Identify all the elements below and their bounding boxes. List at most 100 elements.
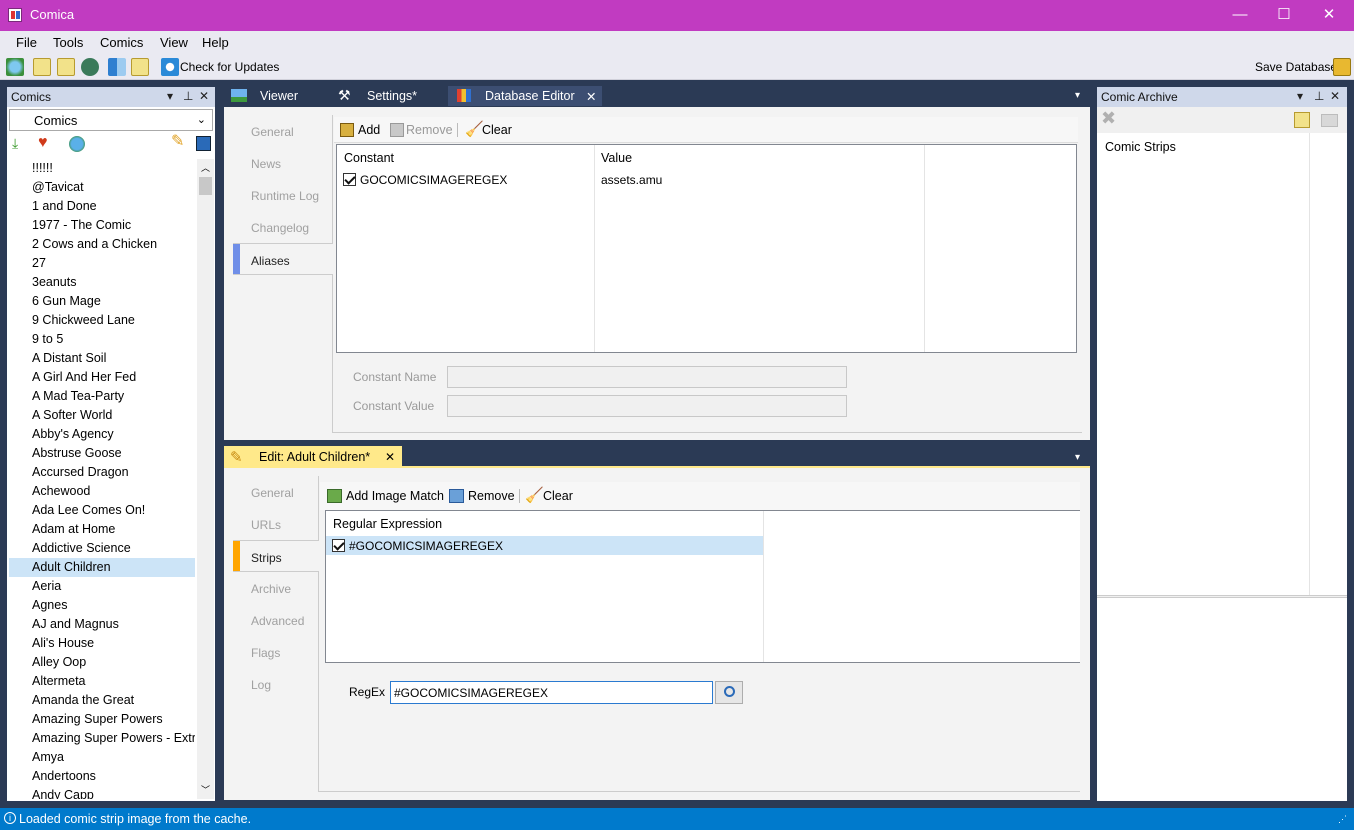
edit-side-tab-flags[interactable]: Flags [233,636,319,668]
refresh-icon[interactable] [161,58,179,76]
db-side-tab-general[interactable]: General [233,115,333,147]
tab-overflow-icon[interactable]: ▾ [1075,90,1080,101]
add-comic-icon[interactable] [6,58,24,76]
save-icon[interactable] [1333,58,1351,76]
check-updates-button[interactable]: Check for Updates [180,60,279,74]
tab-overflow-icon[interactable]: ▾ [1075,452,1080,463]
tab-viewer[interactable]: Viewer [224,86,328,106]
comic-list-item[interactable]: Abby's Agency [9,425,195,444]
regex-input[interactable] [390,681,713,704]
comic-list-item[interactable]: AJ and Magnus [9,615,195,634]
comic-list-item[interactable]: Addictive Science [9,539,195,558]
comic-list-item[interactable]: 9 Chickweed Lane [9,311,195,330]
archive-item-comic-strips[interactable]: Comic Strips [1105,140,1176,154]
comic-list-item[interactable]: Alley Oop [9,653,195,672]
image-list-icon[interactable] [57,58,75,76]
scroll-up-icon[interactable]: ︿ [201,161,210,174]
menu-view[interactable]: View [160,35,188,50]
tools-icon[interactable] [131,58,149,76]
edit-side-tab-strips[interactable]: Strips [233,540,319,572]
comic-list-item[interactable]: Accursed Dragon [9,463,195,482]
comic-list-item[interactable]: Ada Lee Comes On! [9,501,195,520]
comic-list-item[interactable]: 3eanuts [9,273,195,292]
row-checkbox[interactable] [343,173,356,186]
comic-list-item[interactable]: A Distant Soil [9,349,195,368]
tab-settings[interactable]: ⚒ Settings* [332,86,444,106]
comic-list-item[interactable]: A Mad Tea-Party [9,387,195,406]
constant-name-field[interactable] [447,366,847,388]
globe-icon[interactable] [69,136,85,152]
image-icon[interactable] [1294,112,1310,128]
edit-side-tab-general[interactable]: General [233,476,319,508]
pin-icon[interactable]: ⊥ [1314,89,1324,103]
comic-list-item[interactable]: A Girl And Her Fed [9,368,195,387]
constant-value-field[interactable] [447,395,847,417]
comics-filter-dropdown[interactable]: Comics ⌄ [9,109,213,131]
save-database-button[interactable]: Save Database [1255,60,1337,74]
remove-alias-button[interactable]: Remove [406,123,453,137]
menu-help[interactable]: Help [202,35,229,50]
comic-list-scrollbar[interactable]: ︿ ﹀ [197,159,214,799]
edit-side-tab-urls[interactable]: URLs [233,508,319,540]
favorite-icon[interactable]: ♥ [38,135,48,151]
archive-splitter[interactable] [1097,595,1347,598]
db-side-tab-news[interactable]: News [233,147,333,179]
add-alias-button[interactable]: Add [358,123,380,137]
comic-list-item[interactable]: Amanda the Great [9,691,195,710]
column-header-regex[interactable]: Regular Expression [333,517,442,531]
tab-edit-comic[interactable]: ✎ Edit: Adult Children* ✕ [224,446,402,467]
comic-list-item[interactable]: A Softer World [9,406,195,425]
scroll-down-icon[interactable]: ﹀ [201,783,210,796]
comic-list-item[interactable]: 9 to 5 [9,330,195,349]
row-checkbox[interactable] [332,539,345,552]
db-side-tab-runtime-log[interactable]: Runtime Log [233,179,333,211]
comic-list-item[interactable]: Achewood [9,482,195,501]
clear-aliases-button[interactable]: Clear [482,123,512,137]
menu-file[interactable]: File [16,35,37,50]
comic-list-item[interactable]: Amazing Super Powers [9,710,195,729]
folder-icon[interactable] [1321,114,1338,127]
comic-list-item[interactable]: Ali's House [9,634,195,653]
db-side-tab-changelog[interactable]: Changelog [233,211,333,243]
edit-side-tab-advanced[interactable]: Advanced [233,604,319,636]
edit-side-tab-archive[interactable]: Archive [233,572,319,604]
comic-list-item[interactable]: 6 Gun Mage [9,292,195,311]
comic-list-item[interactable]: Adult Children [9,558,195,577]
comic-list-item[interactable]: 27 [9,254,195,273]
delete-icon[interactable]: ✖ [1101,108,1116,129]
comic-list-item[interactable]: 1 and Done [9,197,195,216]
comic-list-item[interactable]: Andertoons [9,767,195,786]
remove-image-match-button[interactable]: Remove [468,489,515,503]
column-header-constant[interactable]: Constant [344,151,394,165]
scroll-thumb[interactable] [199,177,212,195]
comic-list-item[interactable]: Amazing Super Powers - Extra [9,729,195,748]
comic-list-item[interactable]: Amya [9,748,195,767]
close-panel-icon[interactable]: ✕ [1330,89,1340,103]
comic-list-item[interactable]: Agnes [9,596,195,615]
db-side-tab-aliases[interactable]: Aliases [233,243,333,275]
maximize-button[interactable]: ☐ [1261,0,1307,31]
comic-list-item[interactable]: Andy Capp [9,786,195,799]
comic-list-item[interactable]: @Tavicat [9,178,195,197]
comic-list-item[interactable]: !!!!!! [9,159,195,178]
edit-icon[interactable]: ✎ [171,134,184,150]
image-icon[interactable] [196,136,211,151]
comic-list-item[interactable]: 2 Cows and a Chicken [9,235,195,254]
add-image-match-button[interactable]: Add Image Match [346,489,444,503]
close-button[interactable]: ✕ [1306,0,1352,31]
resize-grip-icon[interactable]: ⋰ [1338,814,1347,825]
panel-menu-icon[interactable]: ▾ [167,89,173,103]
comic-list-item[interactable]: Abstruse Goose [9,444,195,463]
column-header-value[interactable]: Value [601,151,632,165]
regex-test-button[interactable] [715,681,743,704]
comic-list-item[interactable]: 1977 - The Comic [9,216,195,235]
binoculars-icon[interactable] [81,58,99,76]
image-view-icon[interactable] [33,58,51,76]
database-icon[interactable] [108,58,126,76]
comic-list-item[interactable]: Adam at Home [9,520,195,539]
table-row[interactable]: GOCOMICSIMAGEREGEX assets.amu [337,170,1076,190]
tab-database-editor[interactable]: Database Editor ✕ [448,86,602,106]
edit-side-tab-log[interactable]: Log [233,668,319,700]
pin-icon[interactable]: ⊥ [183,89,193,103]
close-tab-icon[interactable]: ✕ [385,450,395,464]
